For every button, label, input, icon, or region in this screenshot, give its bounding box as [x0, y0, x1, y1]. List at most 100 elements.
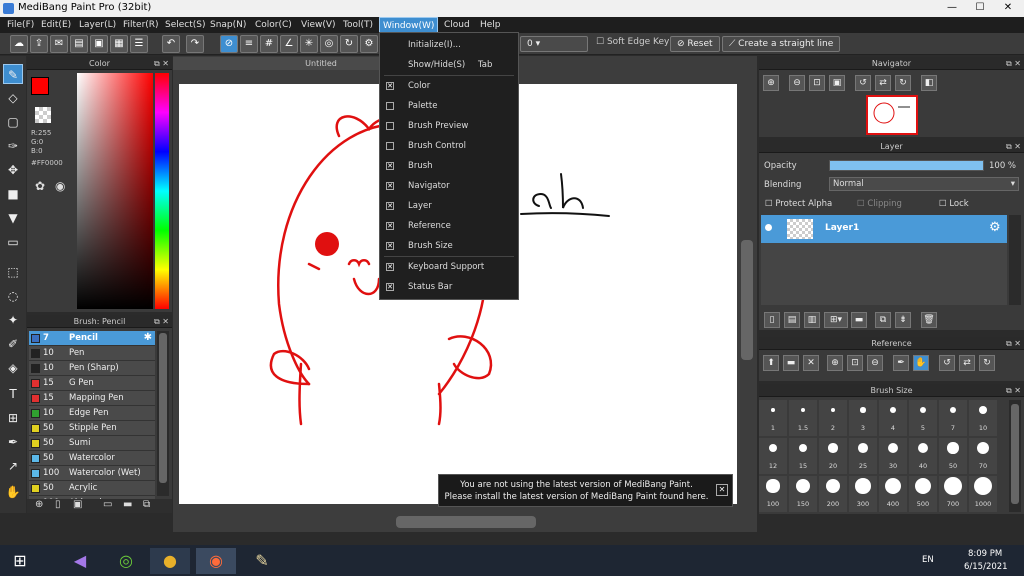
window-menu-item[interactable]: ✕ Status Bar [380, 277, 518, 297]
medibang-icon[interactable]: ◉ [196, 548, 236, 574]
folder-brush-icon[interactable]: ▬ [123, 499, 132, 510]
color-wheel-icon[interactable]: ◉ [55, 179, 65, 193]
window-menu-item[interactable]: Initialize(I)... [380, 35, 518, 55]
select-eraser-icon[interactable]: ◈ [3, 358, 23, 378]
layer-visibility-icon[interactable] [765, 224, 772, 231]
reference-zoom-in-icon[interactable]: ⊕ [827, 355, 843, 371]
add-layer-menu-icon[interactable]: ⊞▾ [824, 312, 848, 328]
brush-size-cell[interactable]: 10 [969, 400, 997, 436]
window-menu-item[interactable]: Brush Control [380, 136, 518, 156]
grid-icon[interactable]: ▦ [110, 35, 128, 53]
delete-layer-icon[interactable]: 🗑 [921, 312, 937, 328]
brush-size-cell[interactable]: 5 [909, 400, 937, 436]
visual-studio-icon[interactable]: ◀ [60, 548, 100, 574]
protect-alpha-checkbox[interactable]: ☐ Protect Alpha [765, 199, 832, 209]
redo-icon[interactable]: ↷ [186, 35, 204, 53]
navigator-thumbnail[interactable] [866, 95, 918, 135]
reference-eyedropper-icon[interactable]: ✒ [893, 355, 909, 371]
brush-size-cell[interactable]: 1.5 [789, 400, 817, 436]
windows-start-icon[interactable]: ⊞ [0, 548, 40, 574]
window-menu-item[interactable]: ✕ Brush [380, 156, 518, 176]
brush-size-cell[interactable]: 70 [969, 438, 997, 474]
actual-size-icon[interactable]: ▣ [829, 75, 845, 91]
canvas-vertical-scrollbar[interactable] [741, 240, 753, 360]
menu-edit[interactable]: Edit(E) [38, 17, 74, 33]
clipping-checkbox[interactable]: ☐ Clipping [857, 199, 902, 209]
import-brush-icon[interactable]: ▭ [103, 499, 112, 510]
curve-snap-icon[interactable]: ↻ [340, 35, 358, 53]
brush-item[interactable]: 50 Acrylic [29, 481, 155, 496]
hand-tool-icon[interactable]: ✋ [3, 482, 23, 502]
update-notice[interactable]: You are not using the latest version of … [438, 474, 733, 507]
menu-filter[interactable]: Filter(R) [120, 17, 162, 33]
brush-size-cell[interactable]: 7 [939, 400, 967, 436]
merge-layer-icon[interactable]: ⇟ [895, 312, 911, 328]
lock-checkbox[interactable]: ☐ Lock [939, 199, 969, 209]
select-tool-icon[interactable]: ⬚ [3, 262, 23, 282]
blending-select[interactable]: Normal ▾ [829, 177, 1019, 191]
menu-file[interactable]: File(F) [4, 17, 37, 33]
reference-rotate-left-icon[interactable]: ↺ [939, 355, 955, 371]
layer-row[interactable]: Layer1 ⚙ [761, 215, 1007, 243]
maximize-button[interactable]: ☐ [966, 0, 994, 16]
select-pen-icon[interactable]: ✐ [3, 334, 23, 354]
saturation-value-picker[interactable] [77, 73, 153, 309]
undo-icon[interactable]: ↶ [162, 35, 180, 53]
magic-wand-icon[interactable]: ✦ [3, 310, 23, 330]
brush-size-select[interactable]: 0 ▾ [520, 36, 588, 52]
grid-snap-icon[interactable]: # [260, 35, 278, 53]
brush-size-cell[interactable]: 200 [819, 476, 847, 512]
circle-snap-icon[interactable]: ◎ [320, 35, 338, 53]
transparent-swatch[interactable] [35, 107, 51, 123]
chrome-icon[interactable]: ● [150, 548, 190, 574]
brush-size-cell[interactable]: 12 [759, 438, 787, 474]
rotate-right-icon[interactable]: ↻ [895, 75, 911, 91]
angle-snap-icon[interactable]: ∠ [280, 35, 298, 53]
brush-list-scrollbar[interactable] [157, 331, 169, 496]
duplicate-brush-icon[interactable]: ⧉ [143, 499, 150, 510]
layer-folder-icon[interactable]: ▬ [851, 312, 867, 328]
canvas-horizontal-scrollbar[interactable] [396, 516, 536, 528]
brush-size-cell[interactable]: 1000 [969, 476, 997, 512]
window-menu-item[interactable]: ✕ Color [380, 76, 518, 96]
brush-size-cell[interactable]: 400 [879, 476, 907, 512]
flip-icon[interactable]: ⇄ [875, 75, 891, 91]
document-icon[interactable]: ▤ [70, 35, 88, 53]
brush-size-cell[interactable]: 30 [879, 438, 907, 474]
language-indicator[interactable]: EN [922, 555, 934, 565]
brush-item[interactable]: 50 Sumi [29, 436, 155, 451]
brush-item[interactable]: 7 Pencil ✱ [29, 331, 155, 346]
reset-button[interactable]: ⊘ Reset [670, 36, 720, 52]
brush-size-cell[interactable]: 2 [819, 400, 847, 436]
divide-tool-icon[interactable]: ⊞ [3, 408, 23, 428]
brush-tool-icon[interactable]: ✎ [3, 64, 23, 84]
brush-size-cell[interactable]: 25 [849, 438, 877, 474]
eraser-tool-icon[interactable]: ◇ [3, 88, 23, 108]
window-menu-item[interactable]: ✕ Brush Size [380, 236, 518, 256]
soft-edge-checkbox[interactable]: ☐ Soft Edge [596, 37, 650, 47]
brush-size-cell[interactable]: 4 [879, 400, 907, 436]
eyedropper-icon[interactable]: ✒ [3, 432, 23, 452]
window-menu-item[interactable]: ✕ Reference [380, 216, 518, 236]
window-menu-item[interactable]: Show/Hide(S) Tab [380, 55, 518, 75]
brush-size-cell[interactable]: 1 [759, 400, 787, 436]
reference-open-icon[interactable]: ⬆ [763, 355, 779, 371]
reference-folder-icon[interactable]: ▬ [783, 355, 799, 371]
reference-flip-icon[interactable]: ⇄ [959, 355, 975, 371]
straight-line-button[interactable]: ⟋ Create a straight line [722, 36, 841, 52]
zoom-in-icon[interactable]: ⊕ [763, 75, 779, 91]
radial-snap-icon[interactable]: ✳ [300, 35, 318, 53]
pen-tool-icon[interactable]: ✑ [3, 136, 23, 156]
notice-close-icon[interactable]: ✕ [716, 484, 728, 496]
text-tool-icon[interactable]: T [3, 384, 23, 404]
copy-brush-icon[interactable]: ▣ [73, 499, 82, 510]
gradient-tool-icon[interactable]: ▭ [3, 232, 23, 252]
minimize-button[interactable]: — [938, 0, 966, 16]
brush-size-cell[interactable]: 50 [939, 438, 967, 474]
hue-slider[interactable] [155, 73, 169, 309]
window-menu-item[interactable]: ✕ Layer [380, 196, 518, 216]
brush-item[interactable]: 10 Pen (Sharp) [29, 361, 155, 376]
layer-settings-icon[interactable]: ⚙ [989, 220, 1001, 235]
reference-close-icon[interactable]: ✕ [803, 355, 819, 371]
reference-rotate-right-icon[interactable]: ↻ [979, 355, 995, 371]
